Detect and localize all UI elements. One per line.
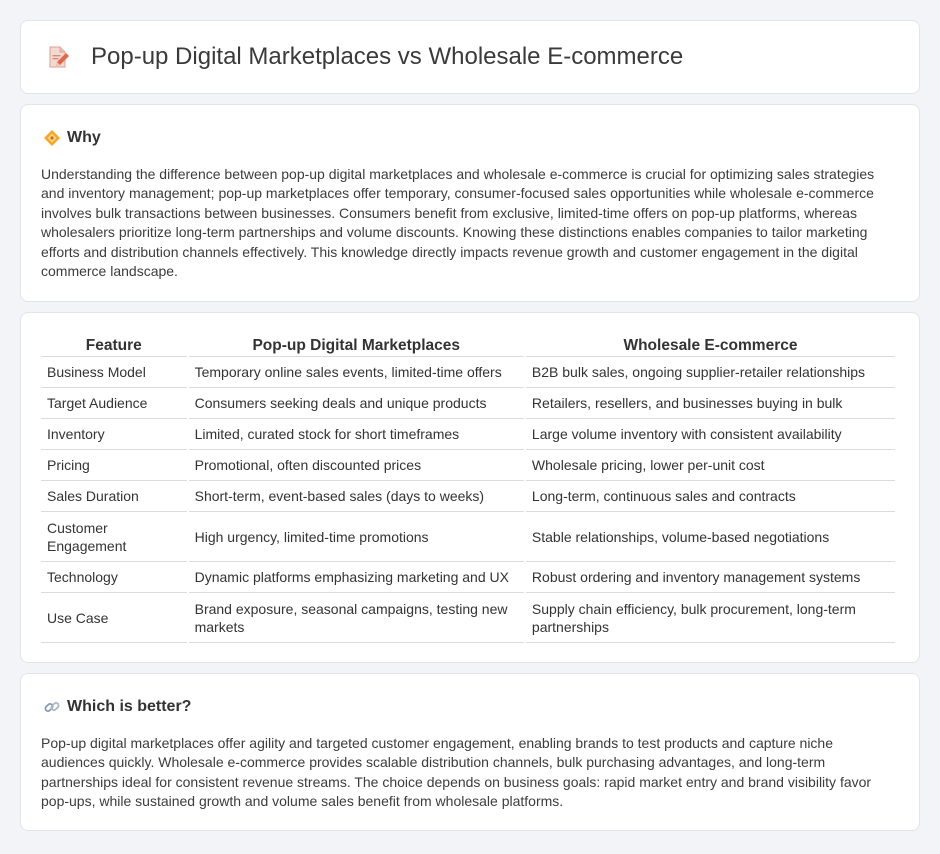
header-card: Pop-up Digital Marketplaces vs Wholesale… [20,20,920,94]
table-row: Target Audience Consumers seeking deals … [41,388,895,419]
popup-cell: Temporary online sales events, limited-t… [188,357,524,388]
wholesale-cell: Large volume inventory with consistent a… [525,419,895,450]
table-row: Technology Dynamic platforms emphasizing… [41,562,895,593]
table-row: Inventory Limited, curated stock for sho… [41,419,895,450]
wholesale-cell: Stable relationships, volume-based negot… [525,512,895,562]
which-is-better-section: Which is better? Pop-up digital marketpl… [20,673,920,831]
comparison-table-card: Feature Pop-up Digital Marketplaces Whol… [20,312,920,663]
popup-cell: Limited, curated stock for short timefra… [188,419,524,450]
feature-cell: Technology [41,562,187,593]
table-row: Sales Duration Short-term, event-based s… [41,481,895,512]
diamond-sparkle-icon [43,129,61,147]
wholesale-cell: Wholesale pricing, lower per-unit cost [525,450,895,481]
feature-cell: Use Case [41,593,187,643]
feature-cell: Business Model [41,357,187,388]
feature-cell: Inventory [41,419,187,450]
popup-cell: Promotional, often discounted prices [188,450,524,481]
table-row: Business Model Temporary online sales ev… [41,357,895,388]
comparison-table: Feature Pop-up Digital Marketplaces Whol… [39,333,897,643]
wholesale-cell: Retailers, resellers, and businesses buy… [525,388,895,419]
better-heading: Which is better? [41,696,899,718]
table-row: Pricing Promotional, often discounted pr… [41,450,895,481]
feature-cell: Target Audience [41,388,187,419]
wholesale-cell: Supply chain efficiency, bulk procuremen… [525,593,895,643]
popup-cell: Dynamic platforms emphasizing marketing … [188,562,524,593]
why-paragraph: Understanding the difference between pop… [41,166,875,280]
feature-cell: Pricing [41,450,187,481]
better-heading-label: Which is better? [67,698,192,715]
why-heading-label: Why [67,129,101,146]
wholesale-cell: Robust ordering and inventory management… [525,562,895,593]
column-header-popup: Pop-up Digital Marketplaces [188,333,524,357]
table-header-row: Feature Pop-up Digital Marketplaces Whol… [41,333,895,357]
better-paragraph: Pop-up digital marketplaces offer agilit… [41,735,872,810]
document-pencil-icon [47,45,69,69]
popup-cell: Consumers seeking deals and unique produ… [188,388,524,419]
table-row: Customer Engagement High urgency, limite… [41,512,895,562]
page: Pop-up Digital Marketplaces vs Wholesale… [0,0,940,854]
feature-cell: Customer Engagement [41,512,187,562]
page-title: Pop-up Digital Marketplaces vs Wholesale… [91,43,684,70]
popup-cell: Short-term, event-based sales (days to w… [188,481,524,512]
popup-cell: High urgency, limited-time promotions [188,512,524,562]
feature-cell: Sales Duration [41,481,187,512]
why-section: Why Understanding the difference between… [20,104,920,302]
why-heading: Why [41,127,899,149]
wholesale-cell: Long-term, continuous sales and contract… [525,481,895,512]
link-icon [43,698,61,716]
table-row: Use Case Brand exposure, seasonal campai… [41,593,895,643]
popup-cell: Brand exposure, seasonal campaigns, test… [188,593,524,643]
column-header-wholesale: Wholesale E-commerce [525,333,895,357]
column-header-feature: Feature [41,333,187,357]
wholesale-cell: B2B bulk sales, ongoing supplier-retaile… [525,357,895,388]
